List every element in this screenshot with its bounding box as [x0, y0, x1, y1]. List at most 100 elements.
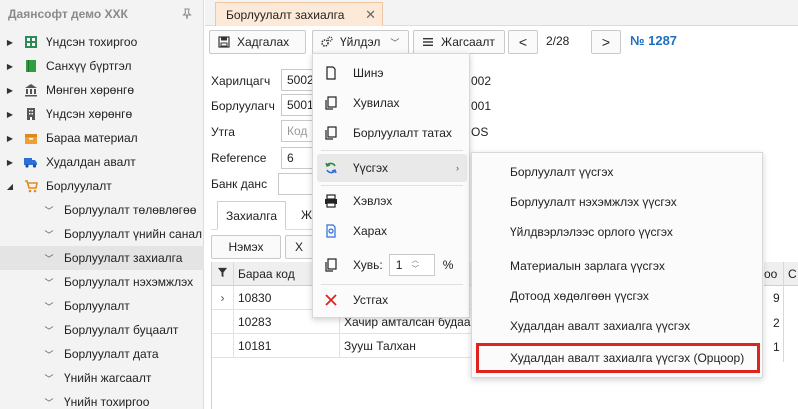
sidebar-item-price-list[interactable]: ﹀ Үнийн жагсаалт	[0, 366, 204, 390]
printer-icon	[323, 193, 339, 209]
value-name-tail: OS	[471, 125, 489, 139]
chevron-down-icon: ﹀	[44, 349, 54, 360]
menu-separator	[321, 284, 463, 285]
sidebar-item-inventory[interactable]: ▶ Бараа материал	[0, 126, 204, 150]
company-name: Даянсофт демо ХХК	[8, 7, 128, 21]
chevron-down-icon: ﹀	[390, 37, 400, 48]
menu-item-copies: Хувь: 1 ︿ ﹀ %	[317, 251, 467, 279]
expand-arrow-icon[interactable]: ▶	[2, 38, 18, 47]
expand-arrow-icon[interactable]: ▶	[2, 86, 18, 95]
list-button[interactable]: Жагсаалт	[413, 30, 505, 54]
tab-sales-order[interactable]: Борлуулалт захиалга ✕	[215, 2, 383, 26]
bank-account-field[interactable]	[278, 173, 313, 195]
chevron-left-icon: <	[518, 34, 528, 50]
save-button[interactable]: Хадгалах	[209, 30, 306, 54]
copies-stepper[interactable]: 1 ︿ ﹀	[388, 254, 435, 276]
cell-item-code[interactable]: 10181	[234, 334, 340, 358]
submenu-item-create-material-issue[interactable]: Материалын зарлага үүсгэх	[478, 251, 758, 281]
save-label: Хадгалах	[237, 35, 290, 49]
actions-label: Үйлдэл	[340, 35, 381, 49]
menu-item-new[interactable]: Шинэ	[317, 59, 467, 87]
value-code-field[interactable]: Код	[281, 120, 313, 142]
sidebar-item-cash[interactable]: ▶ Мөнгөн хөрөнгө	[0, 78, 204, 102]
refresh-icon	[323, 160, 339, 176]
submenu-item-create-internal-transfer[interactable]: Дотоод хөдөлгөөн үүсгэх	[478, 281, 758, 311]
expand-arrow-icon[interactable]: ▶	[2, 134, 18, 143]
sidebar-item-sales-data[interactable]: ﹀ Борлуулалт дата	[0, 342, 204, 366]
menu-separator	[321, 185, 463, 186]
row-selector[interactable]	[212, 310, 234, 334]
sidebar-item-label: Үнийн тохиргоо	[64, 395, 150, 409]
sidebar-item-sales-plan[interactable]: ﹀ Борлуулалт төлөвлөгөө	[0, 198, 204, 222]
building-icon	[24, 107, 38, 121]
prev-button[interactable]: <	[508, 30, 538, 54]
copies-value[interactable]: 1	[390, 258, 412, 272]
chevron-down-icon: ﹀	[44, 277, 54, 288]
menu-item-print[interactable]: Хэвлэх	[317, 187, 467, 215]
sidebar-item-basic-settings[interactable]: ▶ Үндсэн тохиргоо	[0, 30, 204, 54]
menu-item-label: Үүсгэх	[353, 161, 389, 175]
reference-field[interactable]: 6	[281, 147, 313, 169]
menu-item-create[interactable]: Үүсгэх ›	[317, 154, 467, 182]
row-selector[interactable]	[212, 334, 234, 358]
cell-item-name[interactable]: Зууш Талхан	[340, 334, 472, 358]
submenu-item-create-sales-invoice[interactable]: Борлуулалт нэхэмжлэх үүсгэх	[478, 187, 758, 217]
bank-account-label: Банк данс	[211, 177, 268, 191]
copy-icon	[323, 125, 339, 141]
new-document-icon	[323, 65, 339, 81]
sidebar: Даянсофт демо ХХК ▶ Үндсэн тохиргоо ▶ Са…	[0, 0, 204, 409]
chevron-down-icon: ﹀	[44, 301, 54, 312]
menu-item-label: Харах	[353, 224, 388, 238]
submenu-item-create-purchase-order-by-recipe[interactable]: Худалдан авалт захиалга үүсгэх (Орцоор)	[476, 343, 760, 373]
close-icon[interactable]: ✕	[365, 7, 376, 23]
sidebar-item-price-settings[interactable]: ﹀ Үнийн тохиргоо	[0, 390, 204, 409]
preview-icon	[323, 223, 339, 239]
tab-order[interactable]: Захиалга	[217, 201, 287, 230]
stepper-down-icon[interactable]: ﹀	[412, 265, 419, 274]
save-icon	[218, 36, 230, 48]
seller-code-field[interactable]: 5001	[281, 94, 314, 116]
pin-icon[interactable]	[181, 8, 193, 20]
menu-separator	[321, 150, 463, 151]
sidebar-item-fixed-assets[interactable]: ▶ Үндсэн хөрөнгө	[0, 102, 204, 126]
customer-code-field[interactable]: 5002	[281, 69, 314, 91]
sidebar-item-sales-order[interactable]: ﹀ Борлуулалт захиалга	[0, 246, 204, 270]
menu-item-take-sales[interactable]: Борлуулалт татах	[317, 119, 467, 147]
copy-icon	[323, 257, 339, 273]
sidebar-item-purchase[interactable]: ▶ Худалдан авалт	[0, 150, 204, 174]
bank-icon	[24, 83, 38, 97]
sidebar-item-label: Борлуулалт захиалга	[64, 251, 183, 265]
expand-arrow-icon[interactable]: ▶	[2, 158, 18, 167]
menu-item-label: Борлуулалт татах	[353, 126, 452, 140]
menu-item-delete[interactable]: Устгах	[317, 286, 467, 314]
submenu-item-create-production-receipt[interactable]: Үйлдвэрлэлээс орлого үүсгэх	[478, 217, 758, 247]
sidebar-item-finance[interactable]: ▶ Санхүү бүртгэл	[0, 54, 204, 78]
menu-item-label: Шинэ	[353, 66, 384, 80]
row-expand-icon[interactable]: ›	[212, 286, 234, 310]
inner-tabs: Захиалга Ж	[211, 200, 321, 230]
actions-menu: Шинэ Хувилах Борлуулалт татах Үүсгэх › Х…	[312, 53, 470, 318]
actions-dropdown-button[interactable]: Үйлдэл ﹀	[312, 30, 409, 54]
menu-item-copy[interactable]: Хувилах	[317, 89, 467, 117]
next-button[interactable]: >	[591, 30, 621, 54]
sidebar-item-label: Бараа материал	[46, 131, 138, 145]
expand-arrow-icon[interactable]: ▶	[2, 62, 18, 71]
sidebar-item-sales-return[interactable]: ﹀ Борлуулалт буцаалт	[0, 318, 204, 342]
menu-item-label: Устгах	[353, 293, 389, 307]
add-row-button[interactable]: Нэмэх	[211, 235, 281, 259]
expand-arrow-icon[interactable]: ▶	[2, 110, 18, 119]
menu-item-view[interactable]: Харах	[317, 217, 467, 245]
filter-icon[interactable]	[212, 262, 234, 286]
submenu-item-create-sales[interactable]: Борлуулалт үүсгэх	[478, 157, 758, 187]
sidebar-item-sales[interactable]: ◢ Борлуулалт	[0, 174, 204, 198]
menu-item-label: Хэвлэх	[353, 194, 393, 208]
secondary-grid-label: Х	[294, 240, 303, 254]
submenu-item-create-purchase-order[interactable]: Худалдан авалт захиалга үүсгэх	[478, 311, 758, 341]
sidebar-item-sales-main[interactable]: ﹀ Борлуулалт	[0, 294, 204, 318]
reference-label: Reference	[211, 151, 267, 165]
stepper-up-icon[interactable]: ︿	[412, 256, 419, 265]
collapse-arrow-icon[interactable]: ◢	[2, 182, 18, 191]
sidebar-item-sales-invoice[interactable]: ﹀ Борлуулалт нэхэмжлэх	[0, 270, 204, 294]
sidebar-item-sales-quote[interactable]: ﹀ Борлуулалт үнийн санал	[0, 222, 204, 246]
secondary-grid-button[interactable]: Х	[285, 235, 313, 259]
